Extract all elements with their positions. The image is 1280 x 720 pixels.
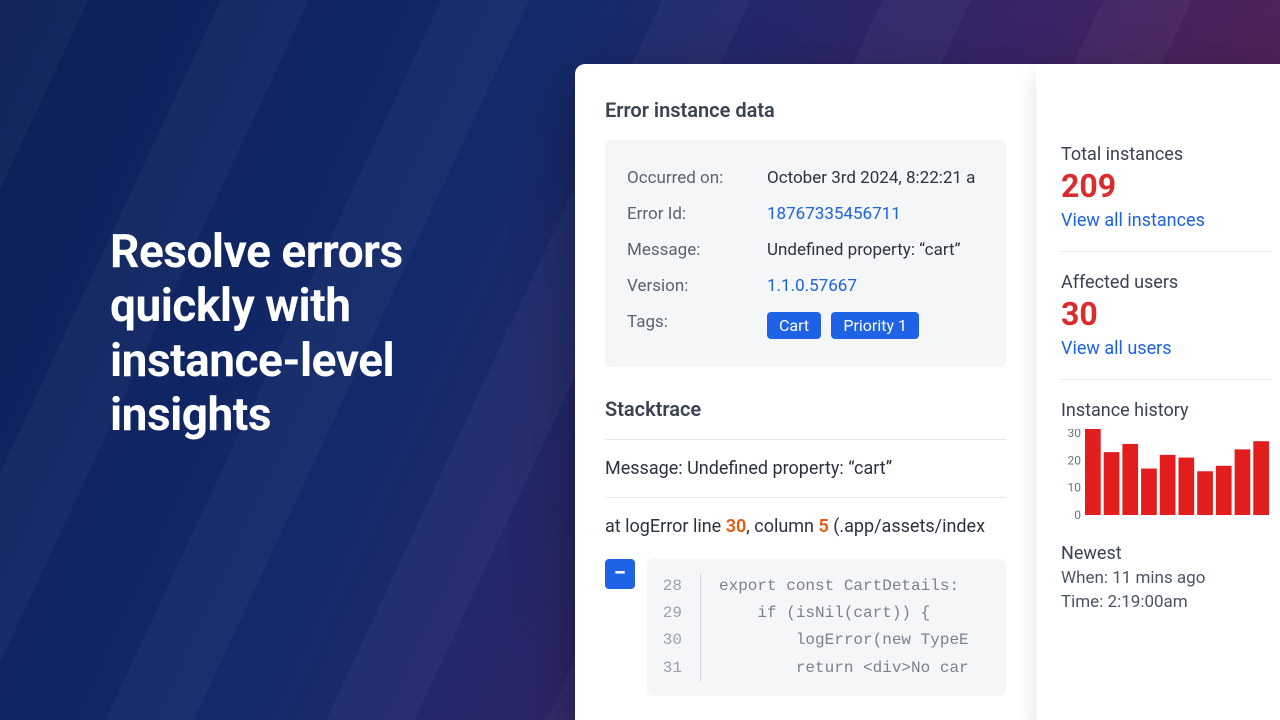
- newest-time-value: 2:19:00am: [1108, 592, 1188, 612]
- label-message: Message:: [627, 240, 767, 260]
- tag-cart[interactable]: Cart: [767, 312, 821, 339]
- svg-text:0: 0: [1074, 508, 1081, 522]
- affected-users-label: Affected users: [1061, 272, 1271, 293]
- history-bar: [1160, 455, 1176, 515]
- code-lineno: 28: [647, 573, 701, 600]
- stack-loc-col-before: , column: [746, 516, 818, 537]
- value-message: Undefined property: “cart”: [767, 240, 961, 260]
- history-bar: [1197, 472, 1213, 516]
- history-bar: [1122, 444, 1138, 515]
- stack-loc-before: at logError line: [605, 516, 726, 537]
- newest-time: Time: 2:19:00am: [1061, 592, 1271, 612]
- view-all-instances-link[interactable]: View all instances: [1061, 210, 1271, 231]
- minus-icon: −: [614, 563, 626, 585]
- code-line: 28export const CartDetails:: [647, 573, 1006, 600]
- divider: [605, 439, 1006, 440]
- value-errorid[interactable]: 18767335456711: [767, 204, 901, 224]
- code-lineno: 31: [647, 655, 701, 682]
- history-bar: [1216, 466, 1232, 515]
- instance-history-label: Instance history: [1061, 400, 1271, 421]
- stack-message-body: Undefined property: “cart”: [687, 458, 892, 479]
- instance-history-chart: 0 10 20 30: [1061, 429, 1271, 529]
- code-text: return <div>No car: [701, 655, 969, 682]
- stack-loc-after: (.app/assets/index: [829, 516, 985, 537]
- value-tags: Cart Priority 1: [767, 312, 925, 339]
- newest-when: When: 11 mins ago: [1061, 568, 1271, 588]
- code-lineno: 29: [647, 600, 701, 627]
- svg-text:30: 30: [1068, 429, 1082, 440]
- history-bar: [1085, 429, 1101, 515]
- collapse-button[interactable]: −: [605, 559, 635, 589]
- stack-message: Message: Undefined property: “cart”: [605, 458, 1006, 479]
- view-all-users-link[interactable]: View all users: [1061, 338, 1271, 359]
- affected-users-value: 30: [1061, 297, 1271, 332]
- history-bar: [1141, 469, 1157, 515]
- total-instances-value: 209: [1061, 169, 1271, 204]
- value-occurred: October 3rd 2024, 8:22:21 a: [767, 168, 975, 188]
- code-text: export const CartDetails:: [701, 573, 959, 600]
- error-panel: Error instance data Occurred on: October…: [575, 64, 1280, 720]
- row-errorid: Error Id: 18767335456711: [627, 196, 984, 232]
- code-line: 30 logError(new TypeE: [647, 627, 1006, 654]
- label-version: Version:: [627, 276, 767, 296]
- label-occurred: Occurred on:: [627, 168, 767, 188]
- row-message: Message: Undefined property: “cart”: [627, 232, 984, 268]
- history-bar: [1179, 458, 1195, 515]
- divider: [605, 497, 1006, 498]
- section-title-stacktrace: Stacktrace: [605, 397, 1006, 421]
- newest-label: Newest: [1061, 543, 1271, 564]
- hero-headline: Resolve errors quickly with instance-lev…: [110, 225, 530, 442]
- stack-loc-line: 30: [726, 516, 747, 537]
- code-lineno: 30: [647, 627, 701, 654]
- history-bar: [1235, 450, 1251, 516]
- total-instances-label: Total instances: [1061, 144, 1271, 165]
- stack-location: at logError line 30, column 5 (.app/asse…: [605, 516, 1006, 537]
- label-errorid: Error Id:: [627, 204, 767, 224]
- newest-time-label: Time:: [1061, 592, 1108, 612]
- sidebar: Total instances 209 View all instances A…: [1036, 64, 1280, 720]
- code-line: 29 if (isNil(cart)) {: [647, 600, 1006, 627]
- svg-text:20: 20: [1068, 454, 1082, 468]
- error-info-box: Occurred on: October 3rd 2024, 8:22:21 a…: [605, 140, 1006, 367]
- stack-loc-col: 5: [818, 516, 828, 537]
- section-title-error-data: Error instance data: [605, 98, 1006, 122]
- code-line: 31 return <div>No car: [647, 655, 1006, 682]
- code-block: 28export const CartDetails:29 if (isNil(…: [647, 559, 1006, 696]
- svg-text:10: 10: [1068, 481, 1082, 495]
- tag-priority[interactable]: Priority 1: [831, 312, 919, 339]
- row-tags: Tags: Cart Priority 1: [627, 304, 984, 347]
- history-bar: [1104, 453, 1120, 516]
- newest-when-label: When:: [1061, 568, 1112, 588]
- row-version: Version: 1.1.0.57667: [627, 268, 984, 304]
- code-text: if (isNil(cart)) {: [701, 600, 930, 627]
- row-occurred: Occurred on: October 3rd 2024, 8:22:21 a: [627, 160, 984, 196]
- value-version[interactable]: 1.1.0.57667: [767, 276, 857, 296]
- stack-message-prefix: Message:: [605, 458, 687, 479]
- newest-when-value: 11 mins ago: [1112, 568, 1205, 588]
- history-bar: [1253, 442, 1269, 516]
- code-text: logError(new TypeE: [701, 627, 969, 654]
- label-tags: Tags:: [627, 312, 767, 339]
